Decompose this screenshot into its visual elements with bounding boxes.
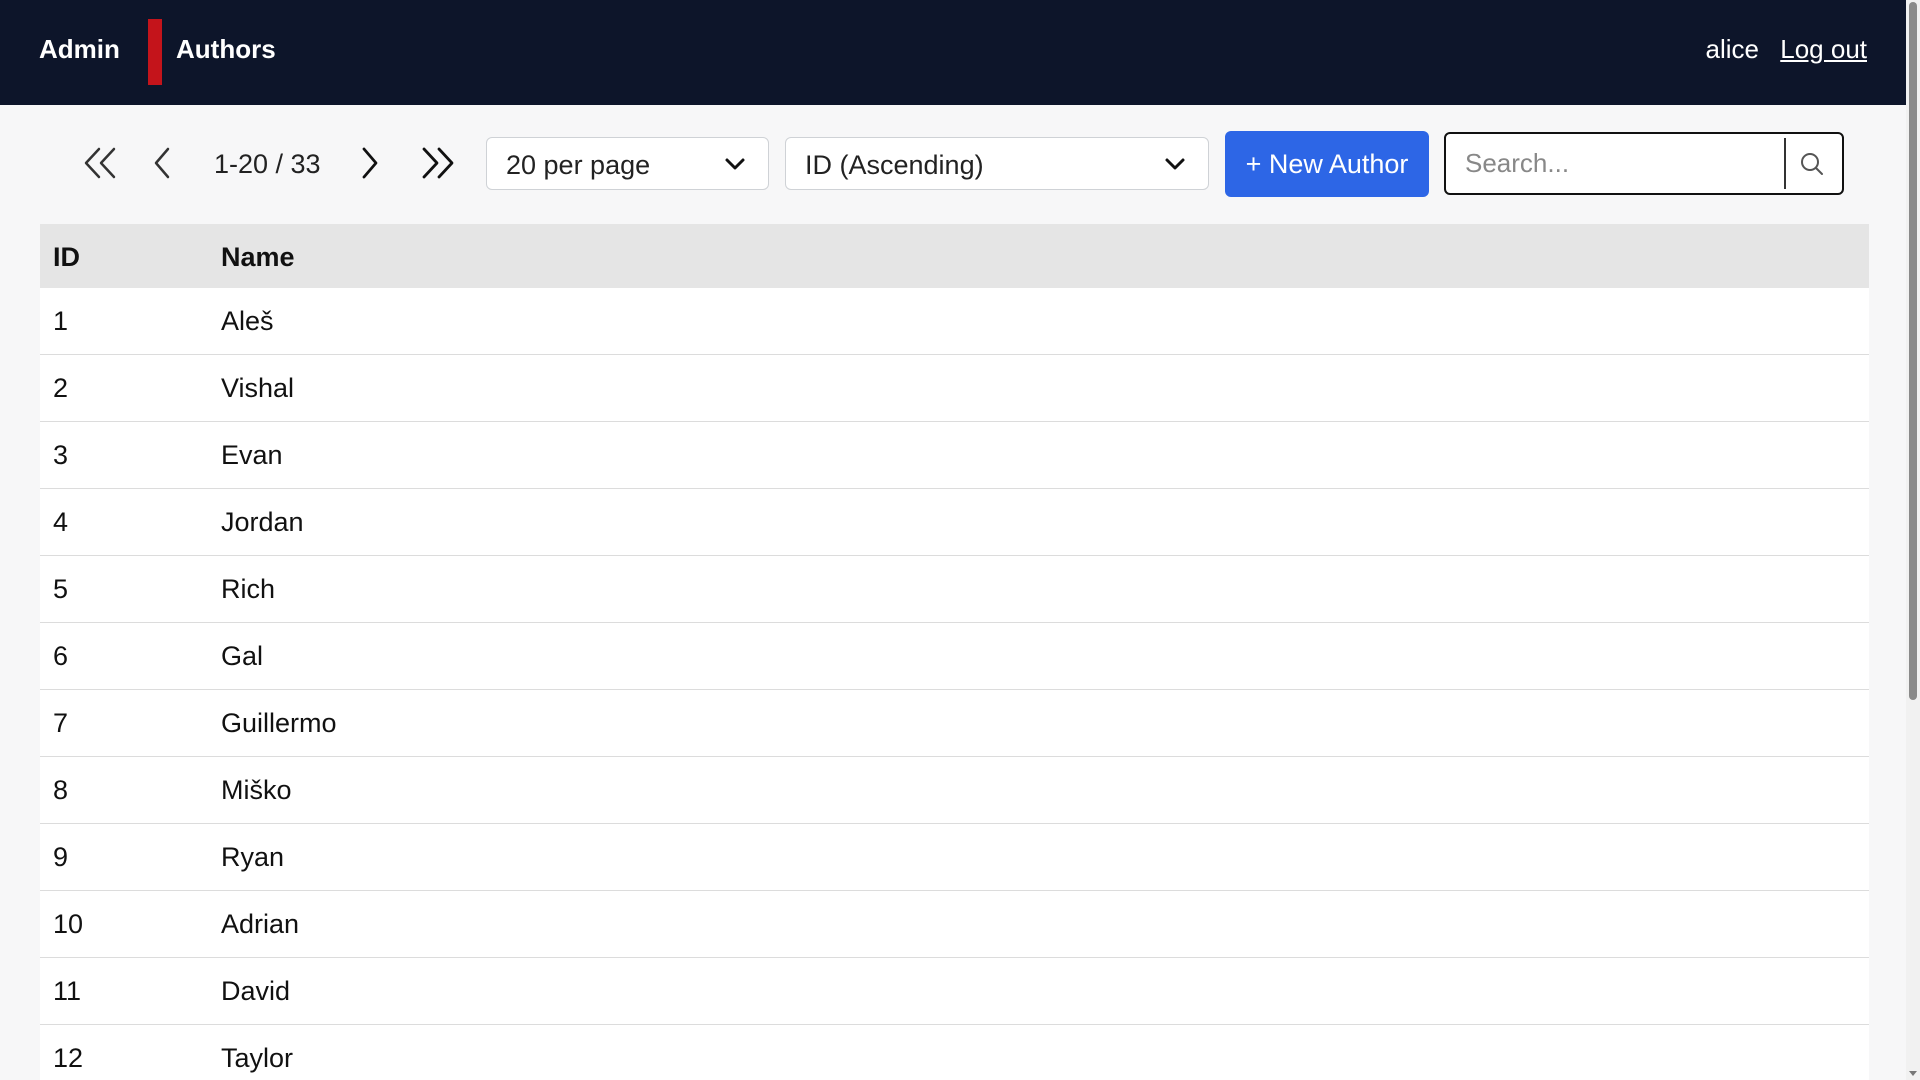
authors-table: ID Name 1 Aleš 2 Vishal 3 Evan 4 Jordan 5 Rich 6 Ga… [40,224,1869,1080]
author-name-cell: Vishal [221,373,295,403]
author-id-cell: 4 [53,507,69,537]
previous-page-button[interactable] [141,141,185,185]
table-row[interactable]: 11 David [40,958,1869,1025]
author-id-cell: 10 [53,909,84,939]
scroll-down-arrow-icon[interactable] [1909,1071,1917,1076]
author-id-cell: 7 [53,708,69,738]
double-chevron-right-icon [422,147,454,179]
search-icon [1801,153,1823,175]
table-row[interactable]: 4 Jordan [40,489,1869,556]
authors-admin-page: Admin Authors alice Log out 1-20 / 33 20… [0,0,1920,1080]
author-name-cell: Taylor [221,1043,294,1073]
table-row[interactable]: 8 Miško [40,757,1869,824]
chevron-left-icon [154,147,170,179]
author-id-cell: 8 [53,775,69,805]
table-row[interactable]: 1 Aleš [40,288,1869,355]
author-name-cell: David [221,976,291,1006]
table-header-row: ID Name [40,224,1869,288]
search-box [1444,132,1844,195]
table-row[interactable]: 5 Rich [40,556,1869,623]
author-id-cell: 11 [53,976,82,1006]
chevron-down-icon [725,158,745,170]
search-button[interactable] [1790,142,1834,186]
current-user-name: alice [1705,34,1759,64]
page-title: Authors [176,34,276,64]
author-name-cell: Evan [221,440,283,470]
author-name-cell: Guillermo [221,708,337,738]
author-id-cell: 1 [53,306,69,336]
per-page-selected-value: 20 per page [506,150,651,180]
last-page-button[interactable] [416,141,460,185]
author-name-cell: Rich [221,574,276,604]
search-divider [1784,138,1786,189]
author-id-cell: 2 [53,373,69,403]
table-body: 1 Aleš 2 Vishal 3 Evan 4 Jordan 5 Rich 6 Gal 7 Guille… [40,288,1869,1080]
table-row[interactable]: 7 Guillermo [40,690,1869,757]
author-id-cell: 3 [53,440,69,470]
author-name-cell: Ryan [221,842,285,872]
admin-home-link[interactable]: Admin [39,34,120,65]
table-row[interactable]: 6 Gal [40,623,1869,690]
column-header-id[interactable]: ID [53,242,80,273]
column-header-name[interactable]: Name [221,242,295,273]
table-row[interactable]: 12 Taylor [40,1025,1869,1080]
table-row[interactable]: 10 Adrian [40,891,1869,958]
new-author-button[interactable]: + New Author [1225,131,1429,197]
scrollbar-thumb[interactable] [1909,2,1917,700]
author-id-cell: 9 [53,842,69,872]
next-page-button[interactable] [347,141,391,185]
per-page-select[interactable]: 20 per page [486,137,769,190]
logout-link[interactable]: Log out [1780,34,1867,65]
first-page-button[interactable] [78,141,122,185]
author-name-cell: Gal [221,641,264,671]
page-range-indicator: 1-20 / 33 [214,149,321,179]
double-chevron-left-icon [84,147,116,179]
brand-divider [148,19,162,85]
table-row[interactable]: 3 Evan [40,422,1869,489]
table-row[interactable]: 2 Vishal [40,355,1869,422]
author-id-cell: 12 [53,1043,84,1073]
sort-selected-value: ID (Ascending) [805,150,984,180]
author-name-cell: Jordan [221,507,304,537]
author-id-cell: 5 [53,574,69,604]
author-name-cell: Aleš [221,306,274,336]
chevron-right-icon [362,147,378,179]
author-id-cell: 6 [53,641,69,671]
list-toolbar: 1-20 / 33 20 per page ID (Ascending) + N [0,105,1906,225]
page-scrollbar[interactable] [1906,0,1920,1080]
sort-order-select[interactable]: ID (Ascending) [785,137,1209,190]
search-input[interactable] [1446,134,1784,193]
author-name-cell: Miško [221,775,292,805]
chevron-down-icon [1165,158,1185,170]
author-name-cell: Adrian [221,909,300,939]
table-row[interactable]: 9 Ryan [40,824,1869,891]
top-navigation-bar: Admin Authors alice Log out [0,0,1906,105]
